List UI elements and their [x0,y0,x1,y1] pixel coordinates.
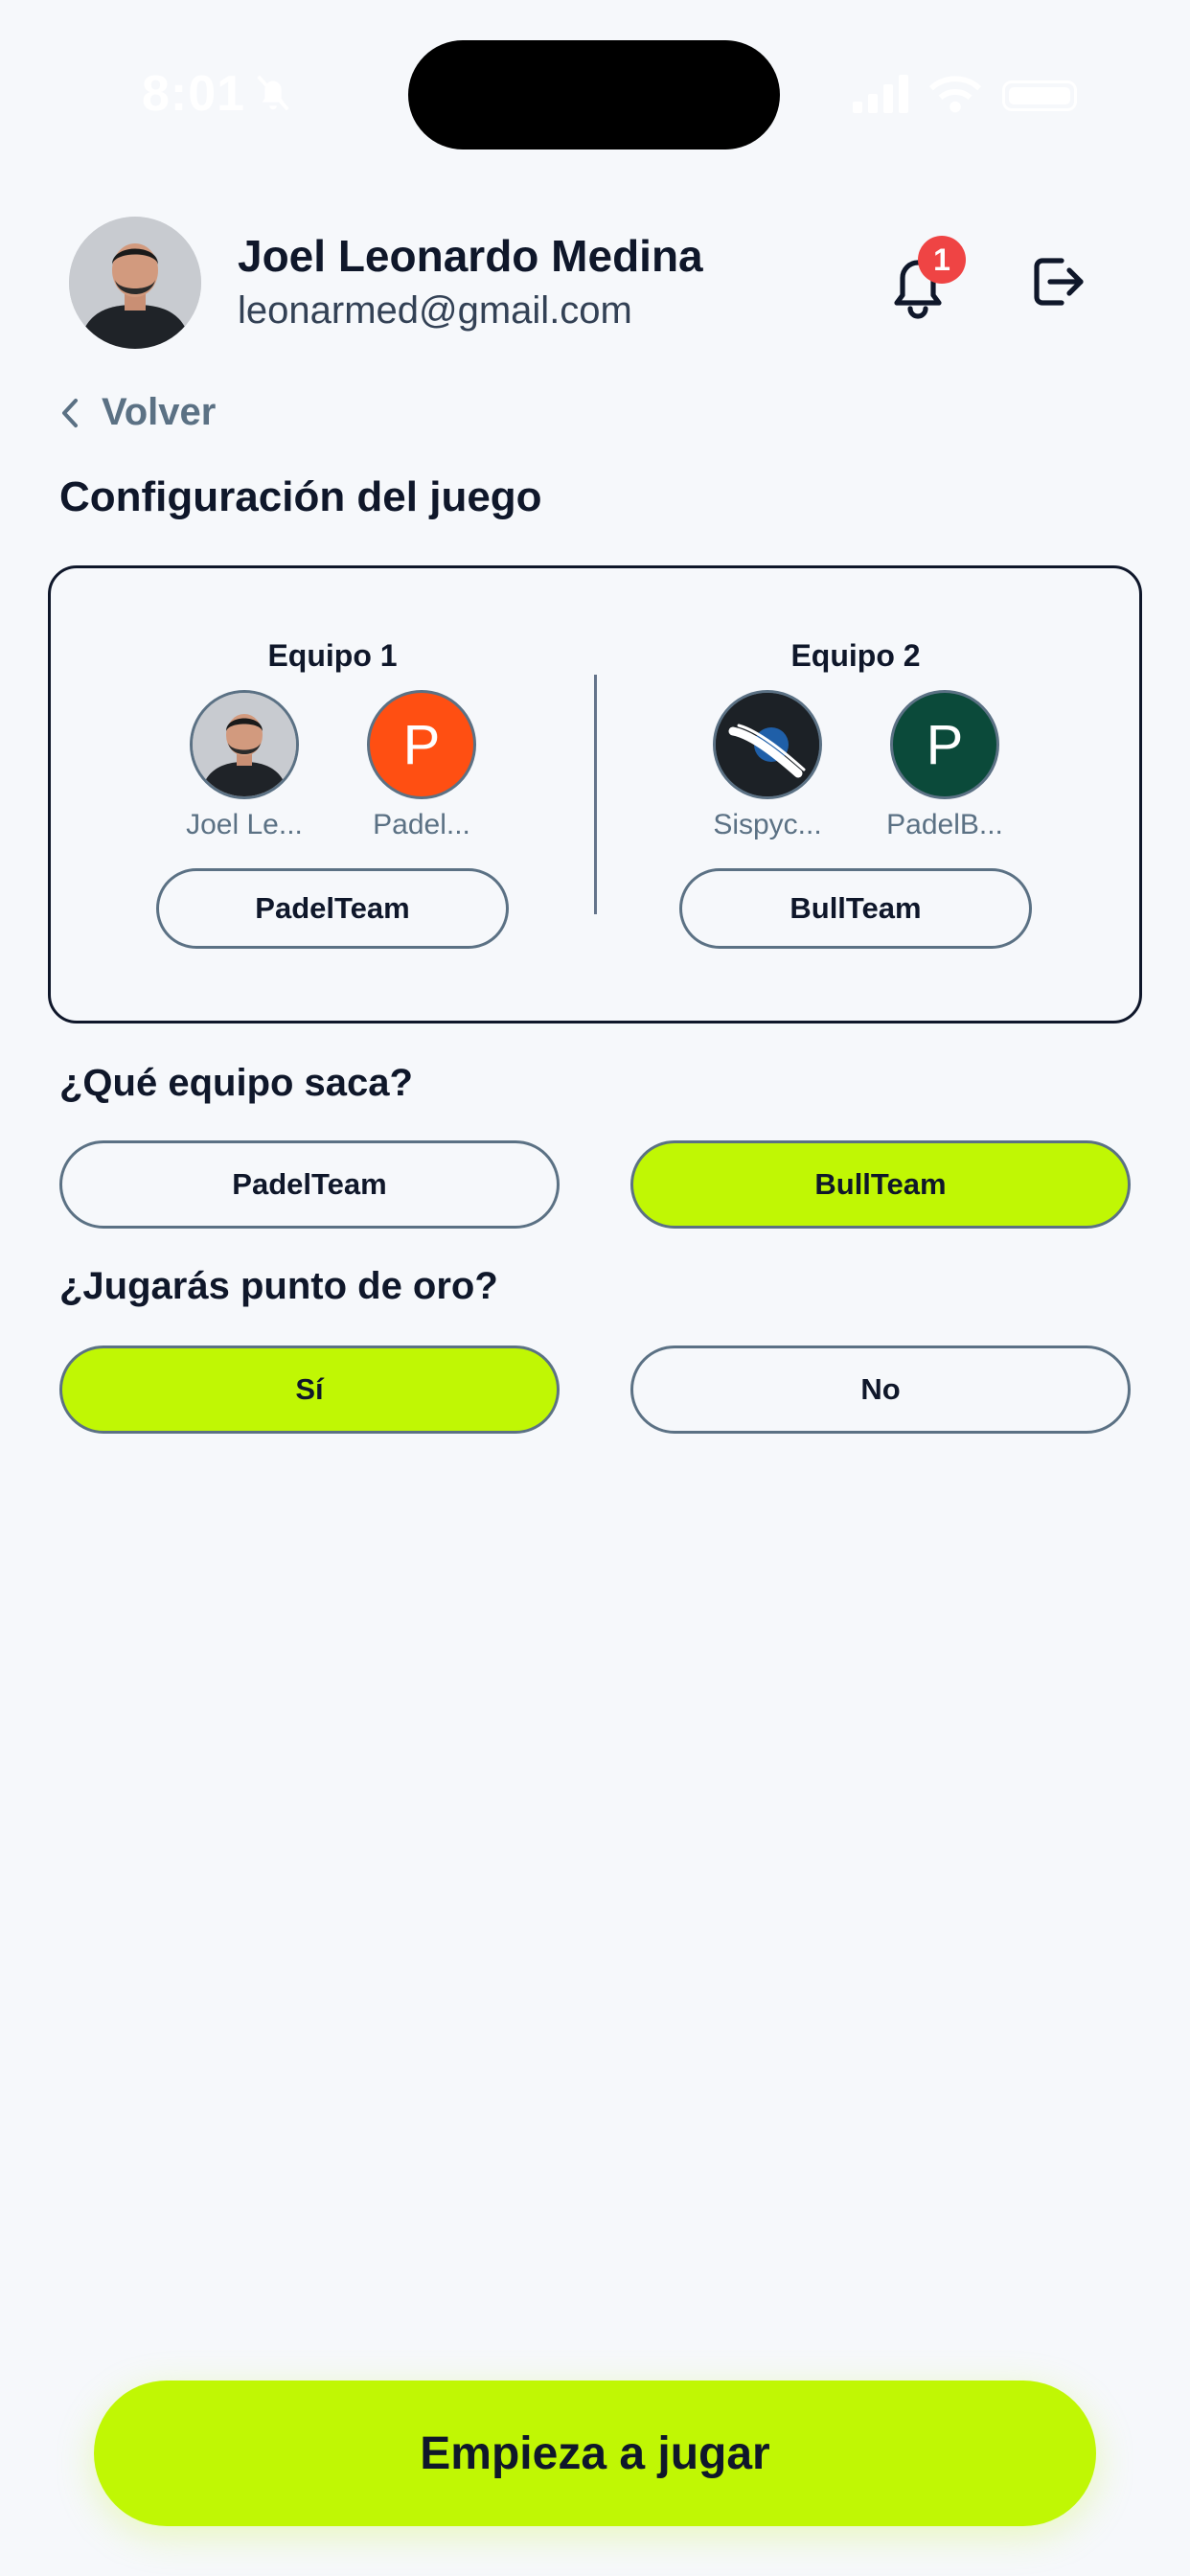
notification-badge: 1 [918,236,966,284]
user-photo [69,217,201,349]
user-email: leonarmed@gmail.com [238,289,632,332]
team-logo-icon [716,693,819,796]
team-2-player-2[interactable]: P PadelB... [878,690,1012,841]
page-title: Configuración del juego [59,473,542,520]
cellular-signal-icon [853,75,908,113]
golden-point-option-no[interactable]: No [630,1346,1131,1434]
player-name: Joel Le... [186,809,303,840]
serve-question-label: ¿Qué equipo saca? [59,1062,413,1104]
team-2-player-1[interactable]: Sispyc... [700,690,835,841]
player-avatar: P [367,690,476,799]
serve-option-bullteam[interactable]: BullTeam [630,1140,1131,1229]
battery-icon [1002,80,1077,111]
team-1-name-button[interactable]: PadelTeam [156,868,509,949]
start-game-button[interactable]: Empieza a jugar [94,2380,1096,2526]
player-avatar [190,690,299,799]
status-time: 8:01 [142,66,246,122]
team-1-player-2[interactable]: P Padel... [355,690,489,841]
wifi-icon [928,76,982,113]
user-avatar[interactable] [69,217,201,349]
logout-icon[interactable] [1027,251,1088,312]
dynamic-island [408,40,780,150]
player-photo [193,693,296,796]
team-2-title: Equipo 2 [790,638,921,673]
player-avatar [713,690,822,799]
team-1-player-1[interactable]: Joel Le... [177,690,311,841]
teams-divider [594,675,597,914]
golden-point-question-label: ¿Jugarás punto de oro? [59,1265,498,1307]
back-label: Volver [102,391,217,433]
back-button[interactable]: Volver [59,391,216,434]
silent-mode-icon [257,75,289,111]
chevron-left-icon [62,398,78,427]
player-name: Padel... [373,809,470,840]
golden-point-option-yes[interactable]: Sí [59,1346,560,1434]
team-2-name-button[interactable]: BullTeam [679,868,1032,949]
player-name: Sispyc... [713,809,822,840]
status-bar: 8:01 [0,0,1190,192]
player-name: PadelB... [886,809,1003,840]
user-name: Joel Leonardo Medina [238,231,703,281]
serve-option-padelteam[interactable]: PadelTeam [59,1140,560,1229]
player-avatar: P [890,690,999,799]
team-1-title: Equipo 1 [267,638,398,673]
